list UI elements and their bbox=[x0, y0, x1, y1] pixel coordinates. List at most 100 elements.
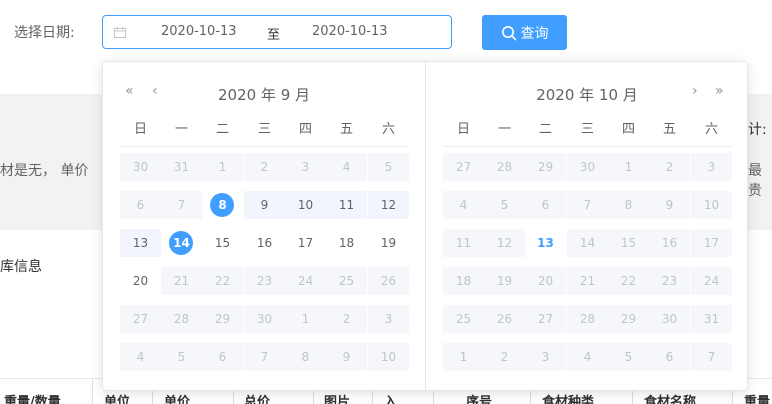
calendar-day-cell[interactable]: 1 bbox=[285, 305, 326, 333]
calendar-day-cell[interactable]: 26 bbox=[368, 267, 409, 295]
calendar-day-cell[interactable]: 27 bbox=[525, 305, 566, 333]
calendar-day-cell[interactable]: 10 bbox=[285, 191, 326, 219]
calendar-day-cell[interactable]: 23 bbox=[649, 267, 690, 295]
calendar-day-cell[interactable]: 5 bbox=[368, 153, 409, 181]
calendar-day-cell[interactable]: 8 bbox=[285, 343, 326, 371]
calendar-day-cell[interactable]: 17 bbox=[691, 229, 732, 257]
calendar-day-cell[interactable]: 15 bbox=[202, 229, 243, 257]
calendar-day-cell[interactable]: 14 bbox=[161, 229, 202, 257]
calendar-day-cell[interactable]: 22 bbox=[608, 267, 649, 295]
calendar-day-cell[interactable]: 1 bbox=[443, 343, 484, 371]
calendar-day-cell[interactable]: 10 bbox=[368, 343, 409, 371]
calendar-day-cell[interactable]: 21 bbox=[567, 267, 608, 295]
calendar-day-number: 17 bbox=[297, 236, 314, 250]
calendar-day-cell[interactable]: 30 bbox=[244, 305, 285, 333]
calendar-day-cell[interactable]: 3 bbox=[368, 305, 409, 333]
calendar-day-cell[interactable]: 16 bbox=[244, 229, 285, 257]
calendar-day-cell[interactable]: 20 bbox=[525, 267, 566, 295]
calendar-day-cell[interactable]: 6 bbox=[202, 343, 243, 371]
calendar-day-cell[interactable]: 11 bbox=[326, 191, 367, 219]
calendar-day-cell[interactable]: 3 bbox=[285, 153, 326, 181]
calendar-day-cell[interactable]: 3 bbox=[691, 153, 732, 181]
calendar-day-cell[interactable]: 4 bbox=[326, 153, 367, 181]
calendar-day-cell[interactable]: 2 bbox=[484, 343, 525, 371]
calendar-day-cell[interactable]: 6 bbox=[120, 191, 161, 219]
calendar-day-cell[interactable]: 8 bbox=[202, 191, 243, 219]
calendar-day-cell[interactable]: 8 bbox=[608, 191, 649, 219]
calendar-day-cell[interactable]: 17 bbox=[285, 229, 326, 257]
calendar-day-cell[interactable]: 31 bbox=[691, 305, 732, 333]
calendar-day-cell[interactable]: 6 bbox=[649, 343, 690, 371]
calendar-day-cell[interactable]: 7 bbox=[567, 191, 608, 219]
calendar-day-cell[interactable]: 29 bbox=[525, 153, 566, 181]
calendar-day-cell[interactable]: 29 bbox=[202, 305, 243, 333]
calendar-day-cell[interactable]: 16 bbox=[649, 229, 690, 257]
start-date-field[interactable]: 2020-10-13 bbox=[161, 24, 237, 39]
calendar-day-cell[interactable]: 1 bbox=[608, 153, 649, 181]
calendar-day-number: 5 bbox=[624, 350, 633, 364]
picker-panel-left: « ‹ 2020 年 9 月 日 一 二 三 四 五 六 30 31 1 2 3 4 5 6 7… bbox=[103, 62, 425, 390]
calendar-day-cell[interactable]: 9 bbox=[244, 191, 285, 219]
calendar-day-cell[interactable]: 5 bbox=[161, 343, 202, 371]
calendar-day-cell[interactable]: 24 bbox=[691, 267, 732, 295]
table-header-cell: 食材种类 bbox=[542, 395, 595, 404]
calendar-day-cell[interactable]: 15 bbox=[608, 229, 649, 257]
calendar-day-cell[interactable]: 12 bbox=[484, 229, 525, 257]
calendar-day-cell[interactable]: 28 bbox=[567, 305, 608, 333]
calendar-day-cell[interactable]: 30 bbox=[649, 305, 690, 333]
calendar-day-cell[interactable]: 25 bbox=[326, 267, 367, 295]
calendar-day-cell[interactable]: 3 bbox=[525, 343, 566, 371]
weekday-label: 二 bbox=[538, 122, 552, 137]
chevron-right-icon[interactable]: › bbox=[692, 83, 698, 99]
calendar-day-cell[interactable]: 30 bbox=[120, 153, 161, 181]
calendar-day-cell[interactable]: 25 bbox=[443, 305, 484, 333]
calendar-day-cell[interactable]: 28 bbox=[484, 153, 525, 181]
calendar-day-cell[interactable]: 20 bbox=[120, 267, 161, 295]
calendar-day-cell[interactable]: 28 bbox=[161, 305, 202, 333]
calendar-day-cell[interactable]: 26 bbox=[484, 305, 525, 333]
calendar-day-cell[interactable]: 4 bbox=[567, 343, 608, 371]
calendar-day-cell[interactable]: 7 bbox=[161, 191, 202, 219]
calendar-day-cell[interactable]: 13 bbox=[525, 229, 566, 257]
calendar-day-cell[interactable]: 9 bbox=[326, 343, 367, 371]
calendar-day-cell[interactable]: 30 bbox=[567, 153, 608, 181]
calendar-day-cell[interactable]: 4 bbox=[443, 191, 484, 219]
calendar-day-cell[interactable]: 18 bbox=[326, 229, 367, 257]
calendar-day-cell[interactable]: 31 bbox=[161, 153, 202, 181]
calendar-day-cell[interactable]: 18 bbox=[443, 267, 484, 295]
calendar-day-number: 22 bbox=[214, 274, 231, 288]
calendar-day-cell[interactable]: 19 bbox=[368, 229, 409, 257]
left-panel-title: 2020 年 9 月 bbox=[217, 86, 311, 104]
calendar-day-cell[interactable]: 24 bbox=[285, 267, 326, 295]
calendar-day-cell[interactable]: 27 bbox=[443, 153, 484, 181]
calendar-day-cell[interactable]: 2 bbox=[649, 153, 690, 181]
calendar-day-cell[interactable]: 21 bbox=[161, 267, 202, 295]
calendar-day-cell[interactable]: 23 bbox=[244, 267, 285, 295]
calendar-day-cell[interactable]: 2 bbox=[326, 305, 367, 333]
date-range-input[interactable]: 2020-10-13 至 2020-10-13 bbox=[102, 15, 452, 49]
calendar-day-cell[interactable]: 29 bbox=[608, 305, 649, 333]
calendar-day-cell[interactable]: 12 bbox=[368, 191, 409, 219]
calendar-day-cell[interactable]: 6 bbox=[525, 191, 566, 219]
calendar-day-cell[interactable]: 13 bbox=[120, 229, 161, 257]
calendar-day-cell[interactable]: 9 bbox=[649, 191, 690, 219]
background-text-right: 最贵 bbox=[748, 163, 762, 199]
calendar-day-cell[interactable]: 19 bbox=[484, 267, 525, 295]
calendar-day-cell[interactable]: 2 bbox=[244, 153, 285, 181]
calendar-day-cell[interactable]: 7 bbox=[244, 343, 285, 371]
calendar-day-cell[interactable]: 5 bbox=[608, 343, 649, 371]
calendar-day-cell[interactable]: 14 bbox=[567, 229, 608, 257]
double-chevron-right-icon[interactable]: » bbox=[715, 83, 724, 99]
calendar-day-cell[interactable]: 11 bbox=[443, 229, 484, 257]
calendar-day-cell[interactable]: 10 bbox=[691, 191, 732, 219]
calendar-day-cell[interactable]: 22 bbox=[202, 267, 243, 295]
calendar-week-row: 4 5 6 7 8 9 10 bbox=[443, 185, 732, 223]
end-date-field[interactable]: 2020-10-13 bbox=[312, 24, 388, 39]
calendar-day-cell[interactable]: 27 bbox=[120, 305, 161, 333]
calendar-day-cell[interactable]: 1 bbox=[202, 153, 243, 181]
query-button[interactable]: 查询 bbox=[482, 15, 567, 50]
calendar-day-cell[interactable]: 4 bbox=[120, 343, 161, 371]
calendar-day-cell[interactable]: 5 bbox=[484, 191, 525, 219]
calendar-day-cell[interactable]: 7 bbox=[691, 343, 732, 371]
calendar-day-number: 27 bbox=[537, 312, 554, 326]
